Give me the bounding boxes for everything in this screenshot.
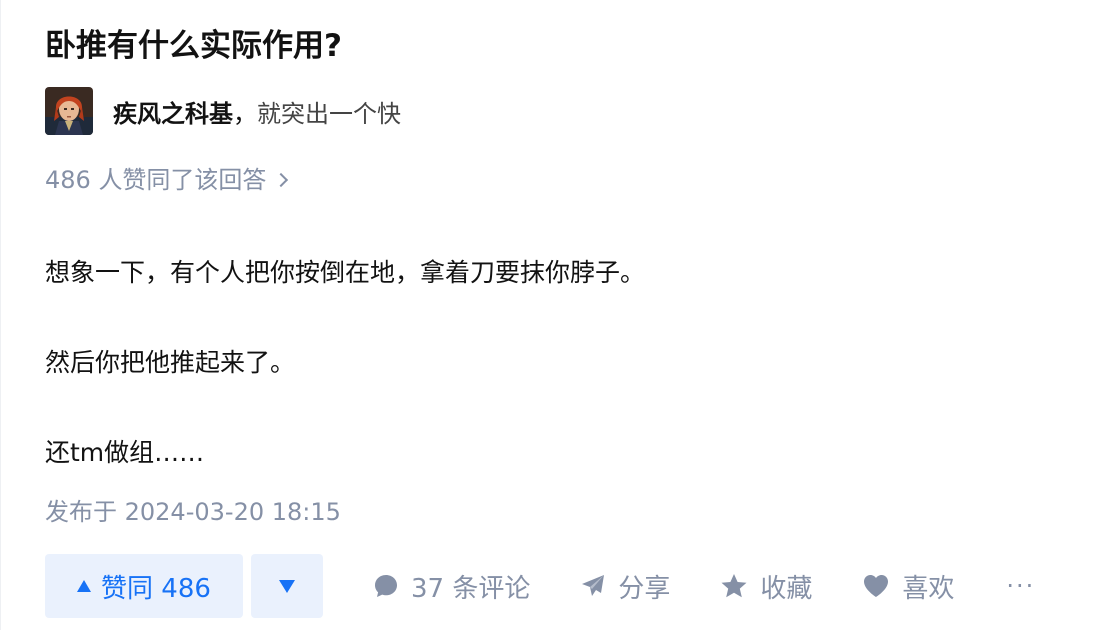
downvote-button[interactable] [251, 554, 323, 618]
star-icon [721, 574, 747, 598]
answer-paragraph: 然后你把他推起来了。 [45, 348, 296, 377]
author-separator: ， [233, 99, 257, 128]
answer-card: 卧推有什么实际作用? 疾风之科基 ， 就突出一个快 486 人赞同了该回答 想象… [0, 0, 1118, 630]
more-button[interactable]: ··· [1006, 572, 1035, 600]
share-label: 分享 [618, 573, 671, 604]
question-title[interactable]: 卧推有什么实际作用? [45, 24, 342, 68]
voters-link[interactable]: 486 人赞同了该回答 [45, 162, 289, 198]
author-bio: 就突出一个快 [257, 99, 401, 128]
author-info: 疾风之科基 ， 就突出一个快 [45, 86, 401, 136]
avatar-image [45, 87, 93, 135]
favorite-label: 收藏 [760, 573, 813, 604]
author-name[interactable]: 疾风之科基 [113, 94, 233, 129]
like-button[interactable]: 喜欢 [862, 568, 954, 605]
favorite-button[interactable]: 收藏 [720, 568, 812, 605]
action-bar: 赞同 486 37 条评论 分享 收藏 喜欢 ··· [45, 554, 1075, 618]
triangle-down-icon [279, 579, 295, 593]
upvote-label: 赞同 486 [101, 573, 211, 604]
avatar[interactable] [45, 87, 93, 135]
chevron-right-icon [274, 172, 289, 188]
triangle-up-icon [77, 580, 92, 592]
more-icon: ··· [1006, 572, 1036, 600]
like-label: 喜欢 [902, 573, 955, 604]
comment-bubble-icon [375, 575, 397, 597]
comments-button[interactable]: 37 条评论 [373, 568, 530, 605]
publish-time[interactable]: 发布于 2024-03-20 18:15 [45, 494, 341, 530]
paper-plane-icon [582, 575, 605, 596]
voters-text: 486 人赞同了该回答 [45, 166, 267, 194]
answer-paragraph: 还tm做组…… [45, 438, 205, 467]
heart-icon [864, 575, 889, 597]
answer-paragraph: 想象一下，有个人把你按倒在地，拿着刀要抹你脖子。 [45, 258, 646, 287]
upvote-button[interactable]: 赞同 486 [45, 554, 243, 618]
comments-label: 37 条评论 [411, 573, 531, 604]
share-button[interactable]: 分享 [580, 568, 670, 605]
